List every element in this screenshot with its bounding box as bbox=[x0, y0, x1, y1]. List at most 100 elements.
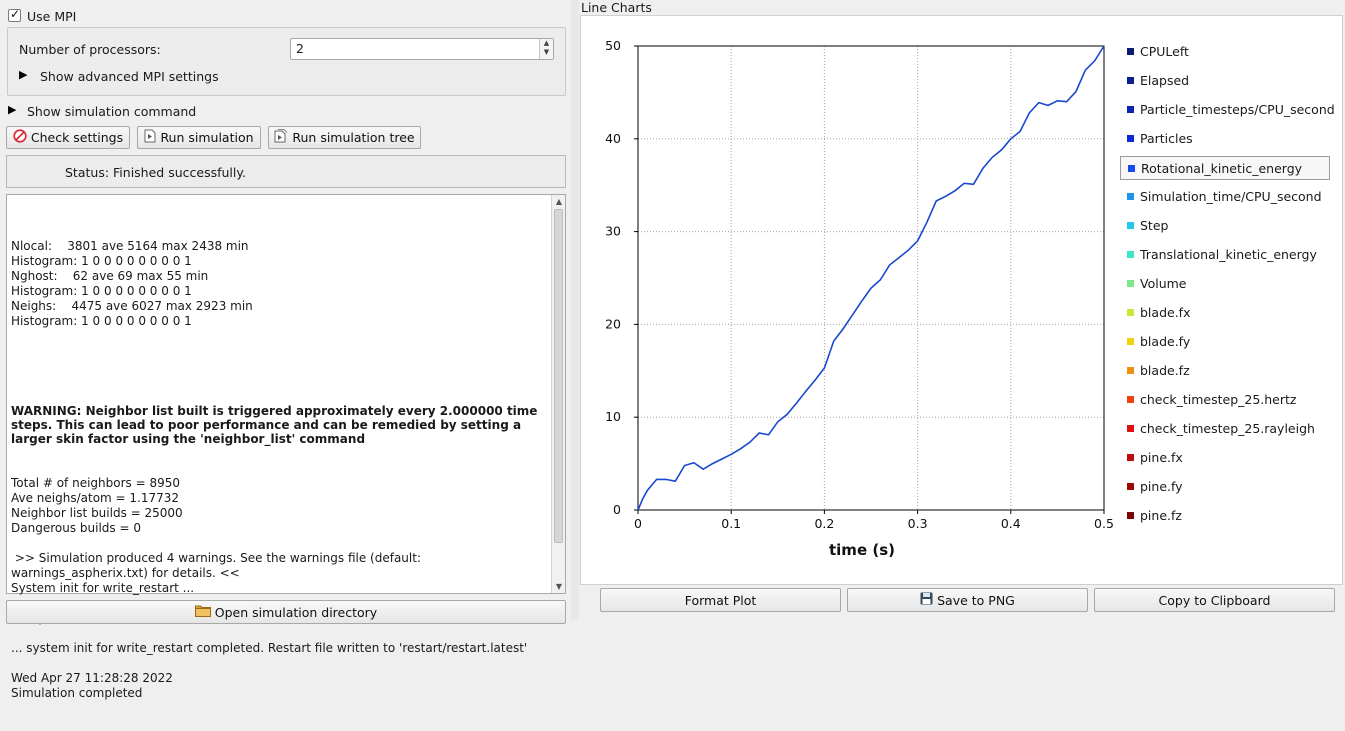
y-tick-label: 30 bbox=[605, 224, 621, 239]
legend-label: Simulation_time/CPU_second bbox=[1140, 189, 1322, 204]
x-tick-label: 0.4 bbox=[1001, 516, 1021, 531]
legend-swatch bbox=[1127, 48, 1134, 55]
legend-swatch bbox=[1127, 222, 1134, 229]
check-settings-label: Check settings bbox=[30, 130, 124, 145]
use-mpi-row[interactable]: ✓ Use MPI bbox=[8, 7, 128, 26]
legend-swatch bbox=[1127, 483, 1134, 490]
legend-item[interactable]: Particle_timesteps/CPU_second bbox=[1120, 98, 1335, 122]
legend-swatch bbox=[1127, 77, 1134, 84]
legend-item[interactable]: pine.fy bbox=[1120, 475, 1330, 499]
expand-triangle-icon: ▶ bbox=[19, 68, 28, 81]
folder-icon bbox=[194, 604, 211, 620]
run-simulation-tree-label: Run simulation tree bbox=[292, 130, 415, 145]
legend-label: blade.fy bbox=[1140, 334, 1191, 349]
advanced-mpi-toggle[interactable]: ▶ Show advanced MPI settings bbox=[19, 67, 249, 85]
legend-swatch bbox=[1127, 309, 1134, 316]
open-sim-directory-button[interactable]: Open simulation directory bbox=[6, 600, 566, 624]
simulation-output-console[interactable]: Nlocal: 3801 ave 5164 max 2438 min Histo… bbox=[6, 194, 566, 700]
mpi-settings-group: Number of processors: 2 ▲ ▼ ▶ Show advan… bbox=[7, 27, 566, 96]
save-png-label: Save to PNG bbox=[937, 592, 1015, 608]
line-charts-title: Line Charts bbox=[581, 0, 652, 15]
y-tick-label: 20 bbox=[605, 316, 621, 331]
spin-down-icon[interactable]: ▼ bbox=[540, 48, 553, 57]
legend-label: Elapsed bbox=[1140, 73, 1190, 88]
x-tick-label: 0 bbox=[634, 516, 642, 531]
legend-item[interactable]: Step bbox=[1120, 214, 1330, 238]
legend-label: pine.fx bbox=[1140, 450, 1183, 465]
spinbox-arrows[interactable]: ▲ ▼ bbox=[539, 39, 553, 59]
x-tick-label: 0.2 bbox=[814, 516, 834, 531]
legend-swatch bbox=[1127, 338, 1134, 345]
legend-label: Volume bbox=[1140, 276, 1187, 291]
scroll-down-icon[interactable]: ▼ bbox=[552, 582, 566, 591]
use-mpi-checkbox[interactable]: ✓ bbox=[8, 7, 21, 22]
copy-clipboard-label: Copy to Clipboard bbox=[1158, 592, 1271, 608]
show-sim-command-toggle[interactable]: ▶ Show simulation command bbox=[8, 102, 228, 120]
legend-item[interactable]: Volume bbox=[1120, 272, 1330, 296]
legend-label: pine.fy bbox=[1140, 479, 1183, 494]
line-chart: 0 0.1 0.2 0.3 0.4 0.5 0 10 20 30 40 50 time (s) bbox=[605, 38, 1114, 559]
legend-label: pine.fz bbox=[1140, 508, 1182, 523]
legend-swatch bbox=[1127, 135, 1134, 142]
x-tick-label: 0.5 bbox=[1094, 516, 1114, 531]
scrollbar-thumb[interactable] bbox=[554, 209, 563, 543]
legend-label: Particle_timesteps/CPU_second bbox=[1140, 102, 1335, 117]
copy-clipboard-button[interactable]: Copy to Clipboard bbox=[1094, 588, 1335, 612]
legend-item[interactable]: blade.fy bbox=[1120, 330, 1330, 354]
no-entry-icon bbox=[13, 129, 27, 146]
legend-label: CPULeft bbox=[1140, 44, 1189, 59]
legend-label: Rotational_kinetic_energy bbox=[1141, 161, 1303, 176]
legend-item[interactable]: Translational_kinetic_energy bbox=[1120, 243, 1330, 267]
y-tick-label: 40 bbox=[605, 131, 621, 146]
legend-item[interactable]: check_timestep_25.hertz bbox=[1120, 388, 1330, 412]
format-plot-label: Format Plot bbox=[684, 592, 757, 608]
panel-splitter[interactable] bbox=[571, 0, 579, 620]
legend-item[interactable]: blade.fx bbox=[1120, 301, 1330, 325]
x-tick-label: 0.1 bbox=[721, 516, 741, 531]
legend-item[interactable]: pine.fz bbox=[1120, 504, 1330, 528]
run-simulation-tree-button[interactable]: Run simulation tree bbox=[268, 126, 421, 149]
legend-item[interactable]: pine.fx bbox=[1120, 446, 1330, 470]
num-processors-label: Number of processors: bbox=[19, 42, 161, 57]
legend-item[interactable]: Elapsed bbox=[1120, 69, 1330, 93]
legend-swatch bbox=[1127, 193, 1134, 200]
legend-swatch bbox=[1127, 106, 1134, 113]
num-processors-value: 2 bbox=[296, 41, 304, 56]
legend-item[interactable]: Simulation_time/CPU_second bbox=[1120, 185, 1330, 209]
format-plot-button[interactable]: Format Plot bbox=[600, 588, 841, 612]
legend-item[interactable]: check_timestep_25.rayleigh bbox=[1120, 417, 1330, 441]
legend-label: check_timestep_25.rayleigh bbox=[1140, 421, 1315, 436]
status-box: Status: Finished successfully. bbox=[6, 155, 566, 188]
x-tick-label: 0.3 bbox=[908, 516, 928, 531]
legend-swatch bbox=[1127, 396, 1134, 403]
use-mpi-label: Use MPI bbox=[27, 9, 77, 24]
spin-up-icon[interactable]: ▲ bbox=[540, 39, 553, 48]
legend-item[interactable]: Rotational_kinetic_energy bbox=[1120, 156, 1330, 180]
console-text: Nlocal: 3801 ave 5164 max 2438 min Histo… bbox=[11, 209, 547, 731]
legend-label: Particles bbox=[1140, 131, 1193, 146]
console-scrollbar[interactable]: ▲ ▼ bbox=[551, 195, 565, 593]
run-simulation-button[interactable]: Run simulation bbox=[137, 126, 261, 149]
legend-swatch bbox=[1127, 512, 1134, 519]
legend-swatch bbox=[1128, 165, 1135, 172]
legend-swatch bbox=[1127, 367, 1134, 374]
num-processors-spinbox[interactable]: 2 ▲ ▼ bbox=[290, 38, 554, 60]
legend-item[interactable]: Particles bbox=[1120, 127, 1330, 151]
scroll-up-icon[interactable]: ▲ bbox=[552, 197, 566, 206]
y-tick-label: 50 bbox=[605, 38, 621, 53]
status-text: Status: Finished successfully. bbox=[65, 165, 246, 180]
console-stats: Nlocal: 3801 ave 5164 max 2438 min Histo… bbox=[11, 239, 253, 328]
legend-item[interactable]: blade.fz bbox=[1120, 359, 1330, 383]
save-png-button[interactable]: Save to PNG bbox=[847, 588, 1088, 612]
open-sim-directory-label: Open simulation directory bbox=[214, 604, 378, 620]
legend-swatch bbox=[1127, 280, 1134, 287]
legend-label: blade.fz bbox=[1140, 363, 1190, 378]
floppy-disk-icon bbox=[920, 592, 933, 608]
y-tick-label: 0 bbox=[613, 502, 621, 517]
run-tree-icon bbox=[274, 129, 288, 146]
show-sim-command-label: Show simulation command bbox=[27, 104, 197, 119]
run-document-icon bbox=[144, 129, 156, 146]
legend-item[interactable]: CPULeft bbox=[1120, 40, 1330, 64]
checkmark-icon: ✓ bbox=[10, 7, 21, 21]
check-settings-button[interactable]: Check settings bbox=[6, 126, 130, 149]
